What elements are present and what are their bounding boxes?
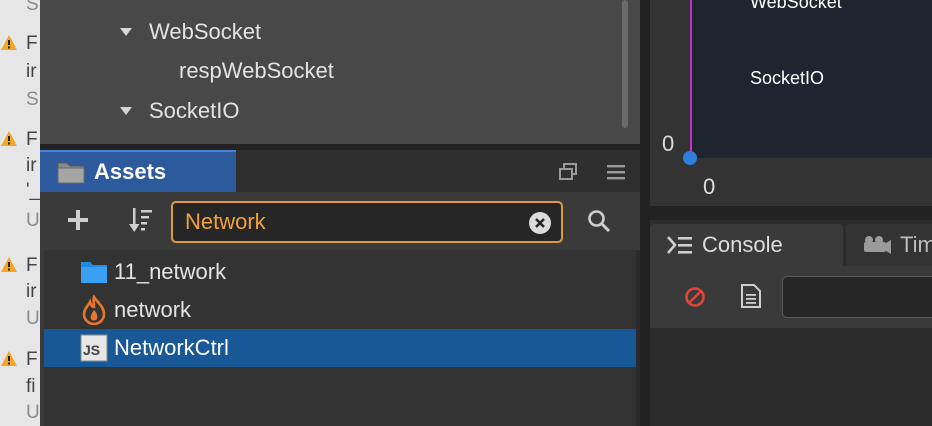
asset-search-box[interactable] — [171, 201, 563, 243]
menu-icon[interactable] — [606, 162, 626, 182]
asset-item-script[interactable]: JS NetworkCtrl — [44, 329, 636, 367]
log-text: S — [26, 0, 39, 15]
tree-item-label: SocketIO — [149, 98, 240, 123]
asset-item-label: NetworkCtrl — [114, 335, 229, 360]
tab-timeline[interactable]: Tim — [846, 224, 932, 266]
svg-text:JS: JS — [83, 342, 100, 358]
log-text: F — [26, 129, 38, 150]
console-panel: Console Tim — [650, 220, 932, 426]
scene-label-websocket[interactable]: WebSocket — [750, 0, 842, 13]
log-text: U — [26, 308, 40, 329]
assets-panel: Assets 11_network — [40, 150, 640, 426]
log-panel: S F ir S F ir '_ U F ir U F fi U — [0, 0, 40, 426]
scene-view[interactable]: WebSocket SocketIO 0 0 — [650, 0, 932, 206]
log-text: U — [26, 210, 40, 231]
tree-item-respwebsocket[interactable]: respWebSocket — [40, 53, 640, 89]
add-asset-button[interactable] — [66, 208, 90, 232]
log-text: ir — [26, 155, 37, 176]
tree-item-partial[interactable] — [40, 0, 640, 14]
folder-icon — [80, 258, 108, 286]
maximize-icon[interactable] — [558, 162, 578, 182]
hierarchy-panel: WebSocket respWebSocket SocketIO — [40, 0, 640, 148]
sort-icon[interactable] — [128, 206, 154, 234]
fire-icon — [80, 294, 108, 326]
tab-timeline-label: Tim — [900, 232, 932, 257]
log-text: ir — [26, 281, 37, 302]
asset-search-input[interactable] — [185, 208, 515, 236]
clear-console-icon[interactable] — [684, 286, 706, 308]
log-file-icon[interactable] — [740, 283, 762, 309]
assets-toolbar — [40, 192, 640, 250]
tree-item-socketio[interactable]: SocketIO — [40, 93, 640, 129]
log-text: fi — [26, 376, 36, 397]
console-icon — [667, 236, 692, 254]
warning-icon — [0, 130, 18, 148]
origin-handle[interactable] — [683, 151, 697, 165]
asset-item-label: 11_network — [114, 259, 227, 284]
asset-item-label: network — [114, 297, 192, 322]
log-text: U — [26, 402, 40, 423]
tab-console-label: Console — [702, 232, 783, 257]
console-tab-bar: Console Tim — [650, 220, 932, 266]
warning-icon — [0, 350, 18, 368]
asset-list: 11_network network JS NetworkCtrl — [44, 250, 636, 426]
log-text: S — [26, 89, 39, 110]
y-axis-label: 0 — [662, 131, 675, 156]
tree-item-label: WebSocket — [149, 19, 262, 44]
asset-item-particle[interactable]: network — [44, 291, 636, 329]
folder-icon — [57, 162, 85, 184]
assets-tab-bar: Assets — [40, 150, 640, 192]
panel-divider[interactable] — [650, 206, 932, 220]
tab-assets-label: Assets — [94, 159, 167, 184]
search-icon[interactable] — [586, 208, 612, 234]
scene-label-socketio[interactable]: SocketIO — [750, 68, 824, 89]
log-text: F — [26, 33, 38, 54]
x-axis-label: 0 — [703, 174, 716, 199]
asset-item-folder[interactable]: 11_network — [44, 253, 636, 291]
tab-console[interactable]: Console — [650, 224, 843, 266]
animation-icon — [864, 236, 891, 254]
warning-icon — [0, 34, 18, 52]
chevron-down-icon[interactable] — [120, 107, 132, 115]
log-text: ir — [26, 61, 37, 82]
log-text: F — [26, 255, 38, 276]
log-text: '_ — [26, 180, 40, 201]
scene-canvas[interactable]: WebSocket SocketIO — [690, 0, 932, 158]
tree-item-websocket[interactable]: WebSocket — [40, 14, 640, 50]
warning-icon — [0, 256, 18, 274]
js-file-icon: JS — [80, 334, 108, 362]
chevron-down-icon[interactable] — [120, 28, 132, 36]
tab-assets[interactable]: Assets — [40, 150, 236, 192]
clear-search-icon[interactable] — [529, 212, 551, 234]
console-filter-input[interactable] — [782, 276, 932, 318]
console-output — [650, 328, 932, 426]
log-text: F — [26, 349, 38, 370]
panel-splitter[interactable] — [640, 0, 650, 426]
tree-item-label: respWebSocket — [179, 58, 334, 83]
hierarchy-scrollbar[interactable] — [622, 0, 628, 128]
